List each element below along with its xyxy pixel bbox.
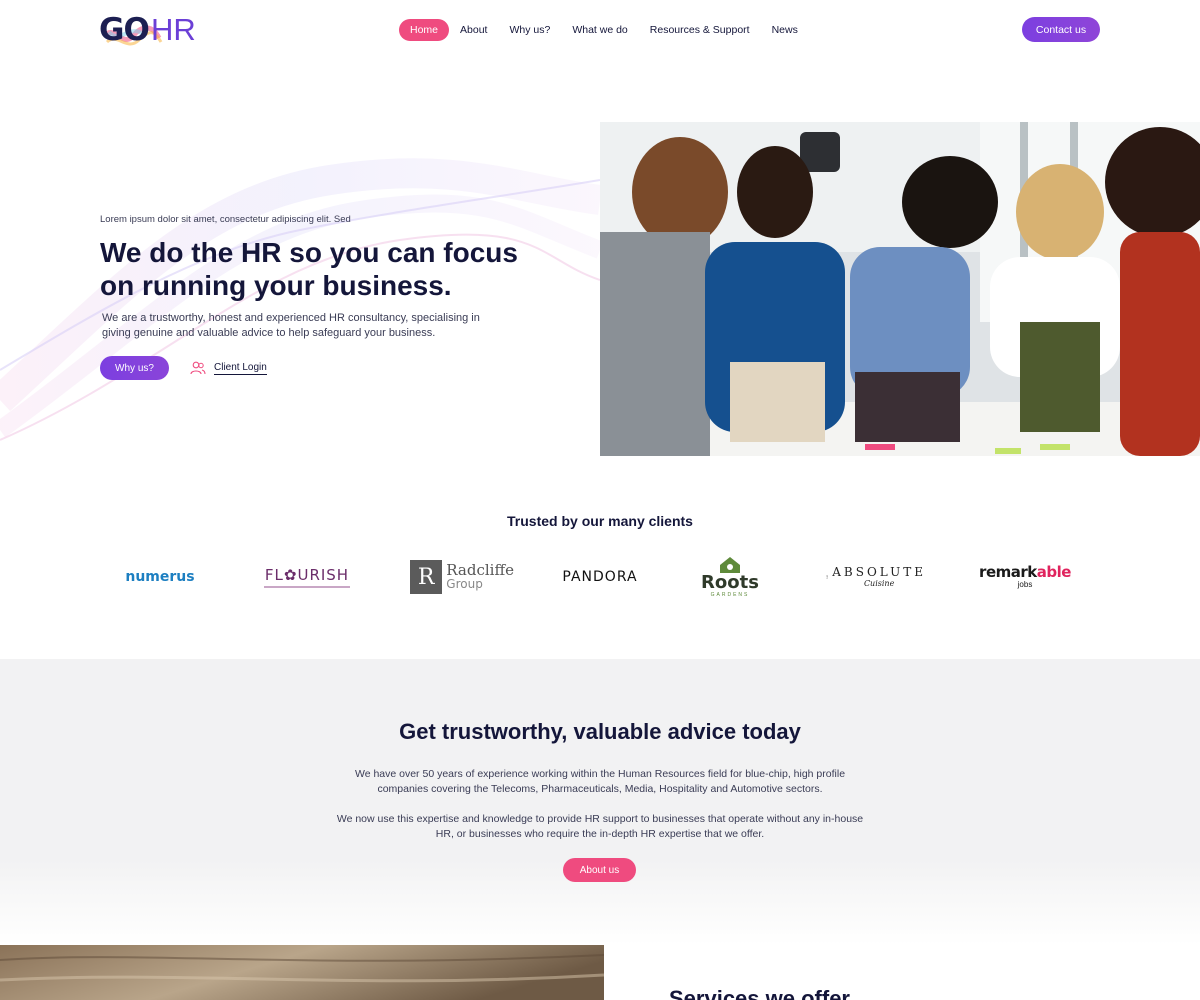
nav-item-news[interactable]: News [761, 19, 809, 41]
why-us-button[interactable]: Why us? [100, 356, 169, 380]
logo-hr-text: HR [151, 12, 196, 47]
flourish-logo-text: FL✿URISH [264, 566, 350, 584]
advice-title: Get trustworthy, valuable advice today [399, 719, 801, 744]
absolute-logo-text: ABSOLUTE [832, 565, 926, 579]
nav-item-home[interactable]: Home [399, 19, 450, 41]
contact-us-button[interactable]: Contact us [1022, 17, 1100, 42]
advice-paragraph-2: We now use this expertise and knowledge … [336, 813, 864, 840]
advice-section: Get trustworthy, valuable advice today W… [0, 659, 1200, 945]
pandora-logo-text: PANDORA [562, 569, 638, 585]
remarkable-logo-text: remarkable [979, 565, 1071, 580]
client-logo-flourish: FL✿URISH [257, 552, 357, 602]
services-title: Services we offer [669, 986, 850, 1000]
client-logo-radcliffe: R Radcliffe Group [410, 552, 514, 602]
flourish-underline [264, 586, 350, 588]
client-login-label: Client Login [214, 361, 267, 375]
remarkable-part-1: remark [979, 563, 1037, 581]
client-logos: numerus FL✿URISH R Radcliffe Group PANDO… [0, 552, 1200, 602]
about-us-button[interactable]: About us [563, 858, 636, 882]
clients-heading: Trusted by our many clients [507, 513, 693, 529]
radcliffe-name: Radcliffe [446, 561, 514, 579]
hero-kicker: Lorem ipsum dolor sit amet, consectetur … [100, 214, 351, 225]
services-photo [0, 945, 604, 1000]
client-logo-roots: Roots GARDENS [690, 552, 770, 602]
logo-go-text: GO [99, 12, 150, 48]
client-logo-numerus: numerus [110, 552, 210, 602]
hero-description: We are a trustworthy, honest and experie… [102, 312, 480, 339]
nav-item-about[interactable]: About [449, 19, 498, 41]
radcliffe-group: Group [446, 577, 483, 591]
client-logo-remarkable: remarkable jobs [976, 552, 1074, 602]
advice-paragraph-1: We have over 50 years of experience work… [354, 768, 846, 795]
gohr-logo[interactable]: GO HR [99, 10, 199, 50]
roots-logo-text: Roots [701, 572, 759, 593]
remarkable-subtext: jobs [1017, 580, 1033, 589]
radcliffe-mark: R [410, 560, 443, 594]
client-logo-absolute: ABSOLUTE Cuisine [826, 552, 926, 602]
roots-subtext: GARDENS [710, 592, 750, 598]
client-login-link[interactable]: Client Login [190, 361, 267, 375]
absolute-text: ABSOLUTE Cuisine [832, 565, 926, 589]
hero-title: We do the HR so you can focus on running… [100, 237, 518, 301]
absolute-subtext: Cuisine [863, 579, 895, 588]
nav-item-why-us[interactable]: Why us? [498, 19, 561, 41]
client-logo-pandora: PANDORA [552, 552, 648, 602]
main-nav: Home About Why us? What we do Resources … [399, 19, 809, 41]
remarkable-part-2: able [1036, 563, 1072, 581]
site-header: GO HR Home About Why us? What we do Reso… [0, 0, 1200, 60]
hero-team-photo [600, 122, 1200, 456]
absolute-figure-icon [826, 575, 828, 579]
users-icon [190, 361, 206, 375]
nav-item-what-we-do[interactable]: What we do [561, 19, 638, 41]
radcliffe-text: Radcliffe Group [446, 563, 514, 591]
nav-item-resources-support[interactable]: Resources & Support [639, 19, 761, 41]
numerus-logo-text: numerus [125, 569, 195, 585]
